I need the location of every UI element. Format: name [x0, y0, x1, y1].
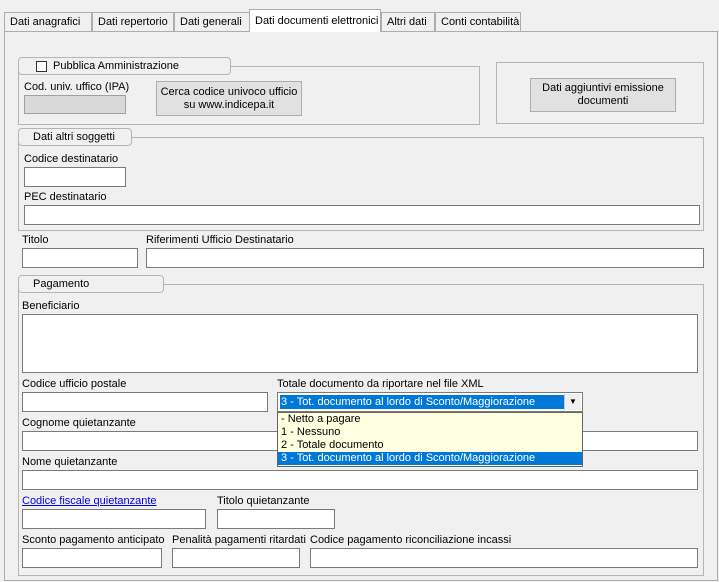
beneficiario-label: Beneficiario: [22, 300, 80, 312]
ufficio-postale-label: Codice ufficio postale: [22, 378, 127, 390]
chevron-down-icon[interactable]: ▼: [564, 394, 581, 410]
sconto-field[interactable]: [22, 548, 162, 568]
riconciliazione-field[interactable]: [310, 548, 698, 568]
titolo-label: Titolo: [22, 234, 49, 246]
dropdown-option[interactable]: 3 - Tot. documento al lordo di Sconto/Ma…: [278, 452, 582, 465]
tab-conti-contabilita[interactable]: Conti contabilità: [435, 12, 521, 31]
pa-checkbox[interactable]: [36, 61, 47, 72]
titolo-quietanzante-label: Titolo quietanzante: [217, 495, 310, 507]
altri-soggetti-legend-label: Dati altri soggetti: [33, 131, 115, 143]
tab-dati-documenti-elettronici[interactable]: Dati documenti elettronici: [249, 9, 381, 32]
tab-dati-generali[interactable]: Dati generali: [174, 12, 250, 31]
tab-altri-dati[interactable]: Altri dati: [381, 12, 435, 31]
totale-documento-label: Totale documento da riportare nel file X…: [277, 378, 484, 390]
dropdown-option[interactable]: 2 - Totale documento: [278, 439, 582, 452]
nome-quietanzante-label: Nome quietanzante: [22, 456, 118, 468]
totale-documento-value: 3 - Tot. documento al lordo di Sconto/Ma…: [280, 395, 564, 409]
pagamento-legend-label: Pagamento: [33, 278, 90, 290]
ufficio-postale-field[interactable]: [22, 392, 268, 412]
tab-dati-anagrafici[interactable]: Dati anagrafici: [4, 12, 92, 31]
altri-soggetti-legend: Dati altri soggetti: [18, 128, 132, 146]
dati-aggiuntivi-button[interactable]: Dati aggiuntivi emissione documenti: [530, 78, 676, 112]
cognome-quietanzante-label: Cognome quietanzante: [22, 417, 136, 429]
pa-checkbox-label: Pubblica Amministrazione: [53, 60, 179, 72]
cod-ipa-label: Cod. univ. uffico (IPA): [24, 81, 130, 93]
pa-legend: Pubblica Amministrazione: [18, 57, 231, 75]
titolo-quietanzante-field[interactable]: [217, 509, 335, 529]
dropdown-option[interactable]: 1 - Nessuno: [278, 426, 582, 439]
cerca-ipa-button[interactable]: Cerca codice univoco ufficio su www.indi…: [156, 81, 302, 116]
pec-destinatario-field[interactable]: [24, 205, 700, 225]
tab-dati-repertorio[interactable]: Dati repertorio: [92, 12, 174, 31]
nome-quietanzante-field[interactable]: [22, 470, 698, 490]
dropdown-option[interactable]: - Netto a pagare: [278, 413, 582, 426]
cod-ipa-field[interactable]: [24, 95, 126, 114]
pec-destinatario-label: PEC destinatario: [24, 191, 107, 203]
riconciliazione-label: Codice pagamento riconciliazione incassi: [310, 534, 512, 546]
beneficiario-field[interactable]: [22, 314, 698, 373]
riferimenti-label: Riferimenti Ufficio Destinatario: [146, 234, 294, 246]
codice-fiscale-field[interactable]: [22, 509, 206, 529]
riferimenti-field[interactable]: [146, 248, 704, 268]
codice-fiscale-link[interactable]: Codice fiscale quietanzante: [22, 495, 157, 507]
codice-destinatario-field[interactable]: [24, 167, 126, 187]
sconto-label: Sconto pagamento anticipato: [22, 534, 165, 546]
totale-documento-dropdown: - Netto a pagare 1 - Nessuno 2 - Totale …: [277, 412, 583, 467]
pagamento-legend: Pagamento: [18, 275, 164, 293]
penalita-label: Penalità pagamenti ritardati: [172, 534, 306, 546]
titolo-field[interactable]: [22, 248, 138, 268]
codice-destinatario-label: Codice destinatario: [24, 153, 119, 165]
penalita-field[interactable]: [172, 548, 300, 568]
totale-documento-select[interactable]: 3 - Tot. documento al lordo di Sconto/Ma…: [277, 392, 583, 412]
